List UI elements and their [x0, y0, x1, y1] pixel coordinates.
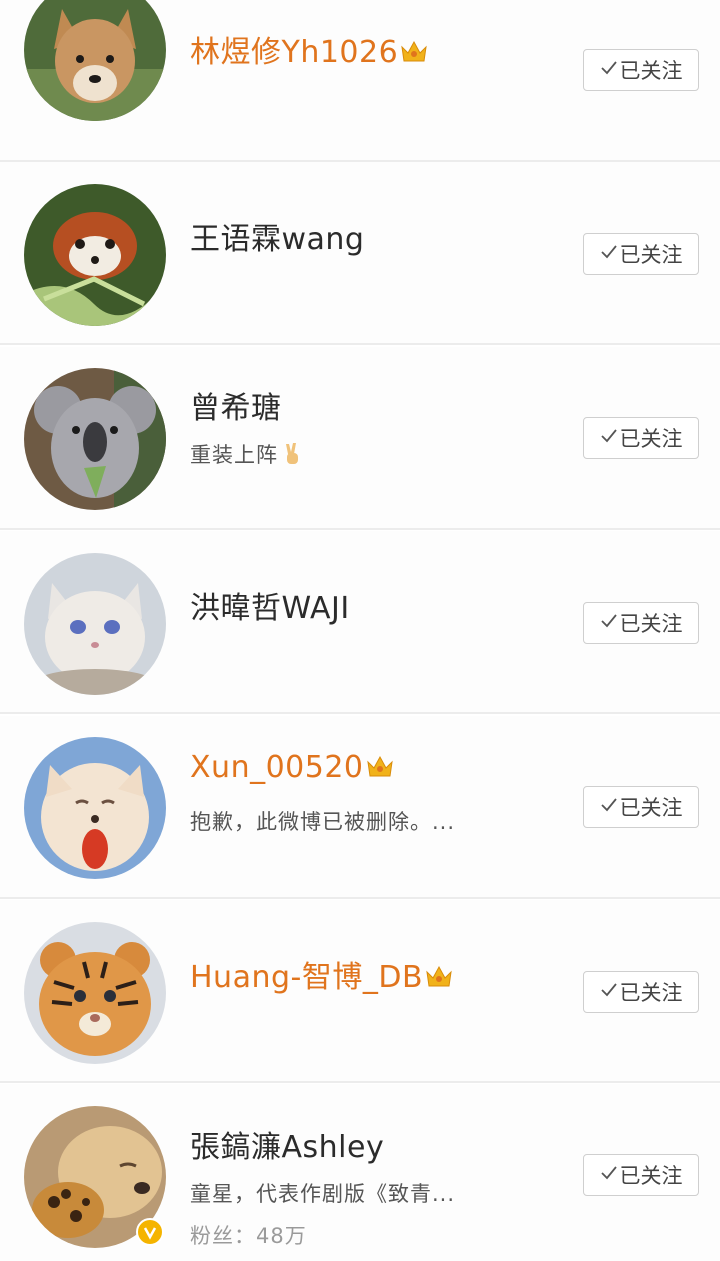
victory-hand-icon	[282, 442, 304, 471]
arctic-fox-avatar[interactable]	[24, 737, 166, 879]
followed-button[interactable]: 已关注	[583, 49, 699, 91]
red-panda-avatar[interactable]	[24, 184, 166, 326]
user-name[interactable]: 林煜修Yh1026	[190, 27, 428, 71]
user-description: 抱歉，此微博已被删除。...	[190, 810, 456, 834]
vip-crown-icon	[425, 961, 453, 996]
user-name[interactable]: 洪暐哲WAJI	[190, 583, 350, 627]
list-item[interactable]: 洪暐哲WAJI 已关注	[0, 531, 720, 714]
followed-button[interactable]: 已关注	[583, 233, 699, 275]
vip-crown-icon	[400, 36, 428, 71]
followed-button[interactable]: 已关注	[583, 786, 699, 828]
check-icon	[600, 611, 618, 635]
koala-avatar[interactable]	[24, 368, 166, 510]
fox-cub-avatar[interactable]	[24, 0, 166, 121]
check-icon	[600, 58, 618, 82]
check-icon	[600, 795, 618, 819]
user-description: 重装上阵	[190, 439, 304, 471]
user-name[interactable]: Huang-智博_DB	[190, 952, 453, 996]
check-icon	[600, 426, 618, 450]
check-icon	[600, 980, 618, 1004]
user-name[interactable]: 王语霖wang	[190, 214, 364, 258]
user-name[interactable]: 曾希瑭	[190, 383, 282, 427]
list-item[interactable]: Xun_00520 抱歉，此微博已被删除。... 已关注	[0, 716, 720, 899]
fans-count: 粉丝：48万	[190, 1224, 307, 1248]
followed-button[interactable]: 已关注	[583, 971, 699, 1013]
list-item[interactable]: 曾希瑭 重装上阵 已关注	[0, 347, 720, 530]
following-list: 林煜修Yh1026 已关注 王语霖wang 已关注 曾希瑭 重装上阵 已关注 洪…	[0, 0, 720, 1261]
list-item[interactable]: 王语霖wang 已关注	[0, 162, 720, 345]
followed-button[interactable]: 已关注	[583, 417, 699, 459]
verified-badge-icon	[136, 1218, 164, 1246]
tiger-cub-avatar[interactable]	[24, 922, 166, 1064]
check-icon	[600, 1163, 618, 1187]
user-description: 童星，代表作剧版《致青...	[190, 1182, 456, 1206]
list-item[interactable]: Huang-智博_DB 已关注	[0, 900, 720, 1083]
followed-button[interactable]: 已关注	[583, 1154, 699, 1196]
followed-button[interactable]: 已关注	[583, 602, 699, 644]
vip-crown-icon	[366, 751, 394, 786]
list-item[interactable]: 林煜修Yh1026 已关注	[0, 0, 720, 162]
user-name[interactable]: 張鎬濂Ashley	[190, 1122, 384, 1166]
user-name[interactable]: Xun_00520	[190, 750, 394, 786]
white-cat-avatar[interactable]	[24, 553, 166, 695]
list-item[interactable]: 張鎬濂Ashley 童星，代表作剧版《致青... 粉丝：48万 已关注	[0, 1084, 720, 1261]
check-icon	[600, 242, 618, 266]
